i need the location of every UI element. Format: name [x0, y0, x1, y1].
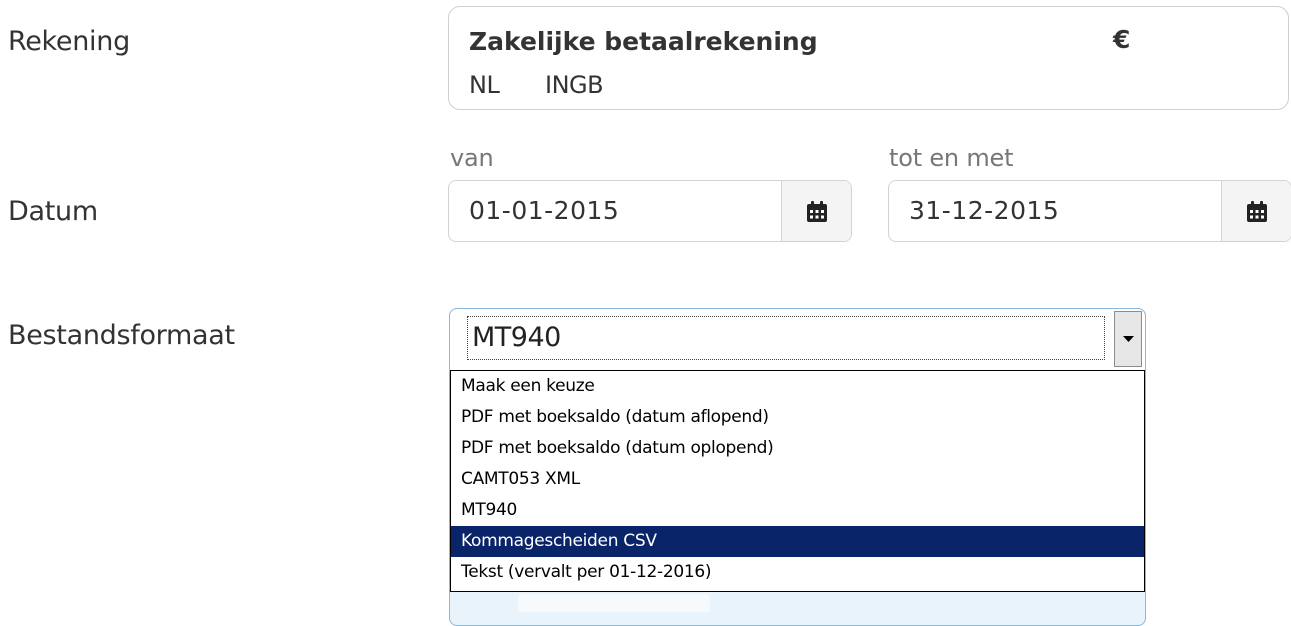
account-currency: € [1113, 25, 1131, 54]
date-from-value[interactable]: 01-01-2015 [469, 196, 619, 225]
date-to-value[interactable]: 31-12-2015 [909, 196, 1059, 225]
dropdown-option[interactable]: Maak een keuze [451, 371, 1144, 402]
account-country: NL [469, 71, 500, 99]
dropdown-option[interactable]: MT940 [451, 495, 1144, 526]
calendar-icon [807, 201, 827, 222]
label-datum: Datum [8, 196, 98, 227]
label-rekening: Rekening [8, 26, 130, 57]
date-from-label: van [450, 144, 494, 172]
dropdown-option[interactable]: Tekst (vervalt per 01-12-2016) [451, 557, 1144, 588]
date-from-field[interactable]: 01-01-2015 [448, 180, 852, 242]
date-to-calendar-button[interactable] [1221, 181, 1291, 241]
label-bestandsformaat: Bestandsformaat [8, 320, 235, 351]
submit-button-obscured[interactable] [518, 594, 710, 612]
select-focus-ring [467, 316, 1105, 360]
dropdown-option[interactable]: PDF met boeksaldo (datum oplopend) [451, 433, 1144, 464]
account-bank: INGB [545, 71, 604, 99]
chevron-down-icon [1123, 336, 1134, 342]
dropdown-option[interactable]: CAMT053 XML [451, 464, 1144, 495]
date-to-label: tot en met [889, 144, 1014, 172]
date-to-field[interactable]: 31-12-2015 [888, 180, 1291, 242]
file-format-selected-value[interactable]: MT940 [472, 322, 561, 353]
select-dropdown-button[interactable] [1114, 311, 1142, 367]
calendar-icon [1247, 201, 1267, 222]
file-format-dropdown-list: Maak een keuze PDF met boeksaldo (datum a… [450, 370, 1145, 592]
account-selector[interactable]: Zakelijke betaalrekening € NL INGB [448, 6, 1289, 110]
dropdown-option[interactable]: Kommagescheiden CSV [451, 526, 1144, 557]
account-name: Zakelijke betaalrekening [469, 27, 818, 56]
dropdown-option[interactable]: PDF met boeksaldo (datum aflopend) [451, 402, 1144, 433]
date-from-calendar-button[interactable] [781, 181, 851, 241]
